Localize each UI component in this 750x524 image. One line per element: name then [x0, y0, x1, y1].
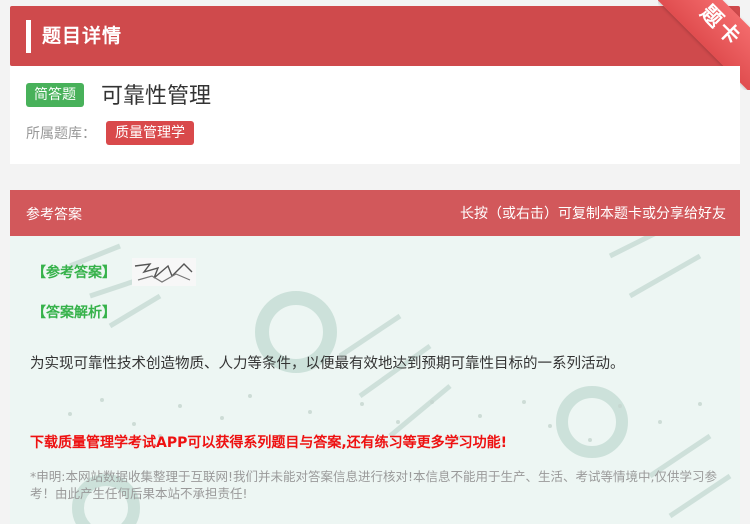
explanation-text: 为实现可靠性技术创造物质、人力等条件，以便最有效地达到预期可靠性目标的一系列活动…: [30, 356, 625, 372]
answer-header: 参考答案 长按（或右击）可复制本题卡或分享给好友: [10, 190, 740, 236]
answer-body: 【参考答案】 【答案解析】 为实现可靠性技术创造物质、人力等条件，以便最有效地达…: [10, 236, 740, 524]
reference-answer-label: 【参考答案】: [32, 265, 116, 281]
question-type-tag: 简答题: [26, 83, 84, 107]
page-title: 题目详情: [42, 25, 123, 47]
explanation-label: 【答案解析】: [32, 305, 116, 321]
bank-label: 所属题库：: [26, 126, 96, 142]
question-card: 简答题 可靠性管理 所属题库： 质量管理学: [10, 66, 740, 164]
disclaimer-text: *申明:本网站数据收集整理于互联网!我们并未能对答案信息进行核对!本信息不能用于…: [30, 469, 717, 501]
bank-tag[interactable]: 质量管理学: [106, 121, 194, 145]
app-promo-link[interactable]: 下载质量管理学考试APP可以获得系列题目与答案,还有练习等更多学习功能!: [30, 432, 507, 452]
copy-share-hint: 长按（或右击）可复制本题卡或分享给好友: [460, 206, 726, 222]
header-bar: 题目详情: [10, 6, 740, 66]
answer-header-title: 参考答案: [26, 207, 82, 223]
header-accent-bar: [26, 20, 31, 53]
reference-answer-image: [132, 258, 196, 286]
question-title: 可靠性管理: [101, 84, 212, 109]
